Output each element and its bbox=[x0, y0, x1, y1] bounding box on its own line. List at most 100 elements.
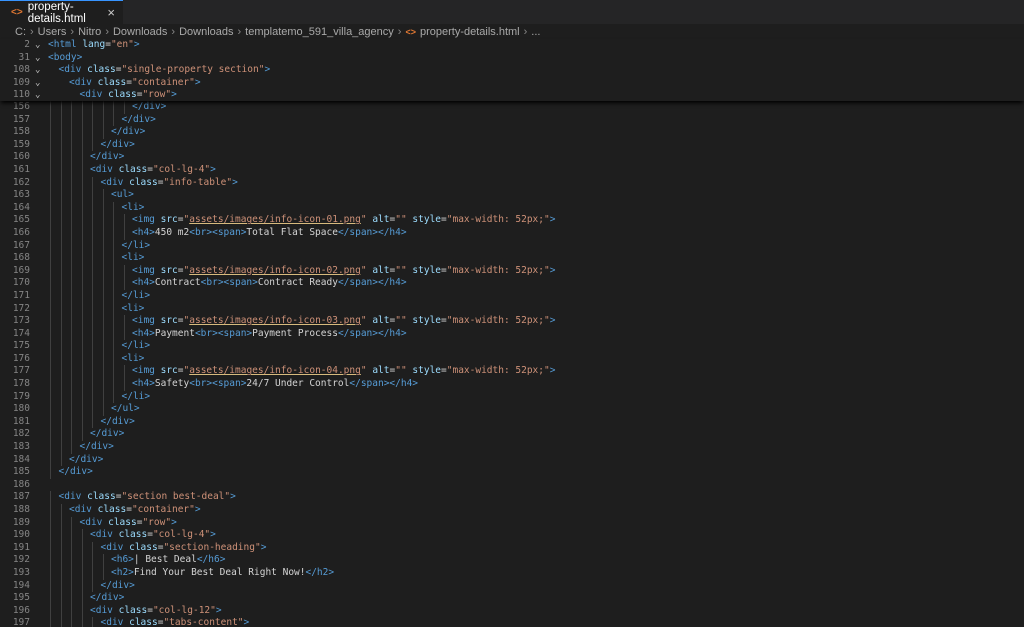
breadcrumb-segment[interactable]: Downloads bbox=[113, 26, 167, 38]
indent-guide bbox=[123, 101, 125, 114]
indent-guide bbox=[71, 541, 72, 555]
code-line[interactable]: 158 </div> bbox=[0, 126, 1024, 139]
code-line[interactable]: 181 </div> bbox=[0, 415, 1024, 429]
code-line[interactable]: 170 <h4>Contract<br><span>Contract Ready<… bbox=[0, 277, 1024, 290]
indent-guide bbox=[50, 151, 51, 164]
fold-chevron-icon[interactable]: ⌄ bbox=[35, 64, 40, 77]
breadcrumb-segment[interactable]: Downloads bbox=[179, 26, 233, 38]
code-line[interactable]: 109 ⌄ <div class="container"> bbox=[0, 77, 1024, 90]
tab-property-details[interactable]: <> property-details.html × bbox=[0, 0, 123, 25]
code-line[interactable]: 175 </li> bbox=[0, 340, 1024, 353]
code-line[interactable]: 176 <li> bbox=[0, 352, 1024, 366]
code-line[interactable]: 171 </li> bbox=[0, 289, 1024, 303]
code-line[interactable]: 165 <img src="assets/images/info-icon-01.… bbox=[0, 214, 1024, 227]
code-line[interactable]: 186 bbox=[0, 479, 1024, 492]
indent-guide bbox=[102, 340, 104, 353]
code-line[interactable]: 189 <div class="row"> bbox=[0, 516, 1024, 530]
close-icon[interactable]: × bbox=[107, 5, 115, 20]
code-line[interactable]: 156 </div> bbox=[0, 101, 1024, 114]
indent-guide bbox=[81, 428, 83, 442]
fold-chevron-icon[interactable]: ⌄ bbox=[35, 77, 40, 90]
line-number: 110 bbox=[12, 89, 30, 101]
line-number: 169 bbox=[12, 264, 30, 276]
code-line[interactable]: 195 </div> bbox=[0, 592, 1024, 605]
code-line[interactable]: 188 <div class="container"> bbox=[0, 504, 1024, 517]
code-line[interactable]: 160 </div> bbox=[0, 151, 1024, 164]
code-line[interactable]: 110 ⌄ <div class="row"> bbox=[0, 89, 1024, 102]
code-token: > bbox=[230, 491, 236, 503]
code-text: </div> bbox=[101, 580, 135, 593]
code-token: > bbox=[549, 315, 556, 327]
breadcrumb-segment[interactable]: property-details.html bbox=[420, 26, 520, 38]
code-line[interactable]: 183 </div> bbox=[0, 441, 1024, 454]
code-line[interactable]: 163 <ul> bbox=[0, 189, 1024, 202]
code-line[interactable]: 31 ⌄ <body> bbox=[0, 52, 1024, 65]
code-line[interactable]: 180 </ul> bbox=[0, 403, 1024, 416]
code-line[interactable]: 197 <div class="tabs-content"> bbox=[0, 617, 1024, 627]
breadcrumb-segment[interactable]: Nitro bbox=[78, 26, 101, 38]
code-token: <div bbox=[58, 491, 88, 503]
code-line[interactable]: 108 ⌄ <div class="single-property section"… bbox=[0, 64, 1024, 77]
code-line[interactable]: 2 ⌄ <html lang="en"> bbox=[0, 39, 1024, 52]
code-line[interactable]: 179 </li> bbox=[0, 390, 1024, 404]
code-text: <li> bbox=[122, 353, 145, 366]
indent-guide bbox=[102, 252, 104, 265]
code-line[interactable]: 178 <h4>Safety<br><span>24/7 Under Contro… bbox=[0, 378, 1024, 391]
code-token: style bbox=[412, 365, 442, 377]
breadcrumb-segment[interactable]: ... bbox=[531, 26, 540, 38]
code-line[interactable]: 162 <div class="info-table"> bbox=[0, 176, 1024, 190]
code-line[interactable]: 167 </li> bbox=[0, 239, 1024, 253]
code-line[interactable]: 182 </div> bbox=[0, 428, 1024, 442]
chevron-right-icon: › bbox=[105, 26, 109, 38]
indent-guide bbox=[92, 252, 93, 265]
code-token: <br><span> bbox=[194, 327, 253, 339]
indent-guide bbox=[92, 579, 93, 593]
code-line[interactable]: 185 </div> bbox=[0, 466, 1024, 479]
code-editor[interactable]: 156 </div> 157 </div> 158 </div> 159 </div> 160 <… bbox=[0, 101, 1024, 627]
breadcrumb-segment[interactable]: C: bbox=[15, 26, 26, 38]
line-number: 179 bbox=[12, 390, 30, 402]
indent-guide bbox=[50, 390, 51, 404]
fold-chevron-icon[interactable]: ⌄ bbox=[35, 39, 40, 52]
line-number: 165 bbox=[12, 214, 30, 226]
indent-guide bbox=[50, 504, 51, 517]
code-line[interactable]: 177 <img src="assets/images/info-icon-04.… bbox=[0, 365, 1024, 379]
indent-guide bbox=[123, 226, 125, 240]
code-line[interactable]: 173 <img src="assets/images/info-icon-03.… bbox=[0, 315, 1024, 328]
line-number: 167 bbox=[12, 239, 30, 251]
fold-chevron-icon[interactable]: ⌄ bbox=[35, 89, 40, 102]
indent-guide bbox=[60, 138, 62, 152]
line-number: 189 bbox=[12, 516, 30, 528]
code-token: alt bbox=[372, 214, 390, 226]
code-line[interactable]: 161 <div class="col-lg-4"> bbox=[0, 163, 1024, 177]
code-line[interactable]: 194 </div> bbox=[0, 579, 1024, 593]
code-line[interactable]: 190 <div class="col-lg-4"> bbox=[0, 529, 1024, 542]
code-text: </div> bbox=[132, 101, 166, 114]
indent-guide bbox=[102, 365, 104, 379]
code-line[interactable]: 193 <h2>Find Your Best Deal Right Now!</h… bbox=[0, 566, 1024, 580]
code-line[interactable]: 159 </div> bbox=[0, 138, 1024, 152]
code-line[interactable]: 192 <h6>| Best Deal</h6> bbox=[0, 554, 1024, 567]
code-line[interactable]: 196 <div class="col-lg-12"> bbox=[0, 604, 1024, 618]
indent-guide bbox=[60, 113, 62, 127]
code-token: </span></h4> bbox=[349, 378, 419, 390]
indent-guide bbox=[50, 302, 51, 316]
code-line[interactable]: 184 </div> bbox=[0, 453, 1024, 467]
indent-guide bbox=[71, 529, 72, 542]
code-line[interactable]: 168 <li> bbox=[0, 252, 1024, 265]
indent-guide bbox=[50, 403, 51, 416]
breadcrumb-segment[interactable]: Users bbox=[38, 26, 67, 38]
code-line[interactable]: 187 <div class="section best-deal"> bbox=[0, 491, 1024, 504]
code-line[interactable]: 164 <li> bbox=[0, 201, 1024, 215]
code-line[interactable]: 172 <li> bbox=[0, 302, 1024, 316]
indent-guide bbox=[60, 390, 62, 404]
code-line[interactable]: 166 <h4>450 m2<br><span>Total Flat Space<… bbox=[0, 226, 1024, 240]
code-token: class bbox=[108, 516, 137, 528]
code-line[interactable]: 174 <h4>Payment<br><span>Payment Process<… bbox=[0, 327, 1024, 341]
fold-chevron-icon[interactable]: ⌄ bbox=[35, 52, 40, 65]
breadcrumb-segment[interactable]: templatemo_591_villa_agency bbox=[245, 26, 394, 38]
code-line[interactable]: 169 <img src="assets/images/info-icon-02.… bbox=[0, 264, 1024, 278]
code-line[interactable]: 191 <div class="section-heading"> bbox=[0, 541, 1024, 555]
code-line[interactable]: 157 </div> bbox=[0, 113, 1024, 127]
indent-guide bbox=[81, 176, 83, 190]
